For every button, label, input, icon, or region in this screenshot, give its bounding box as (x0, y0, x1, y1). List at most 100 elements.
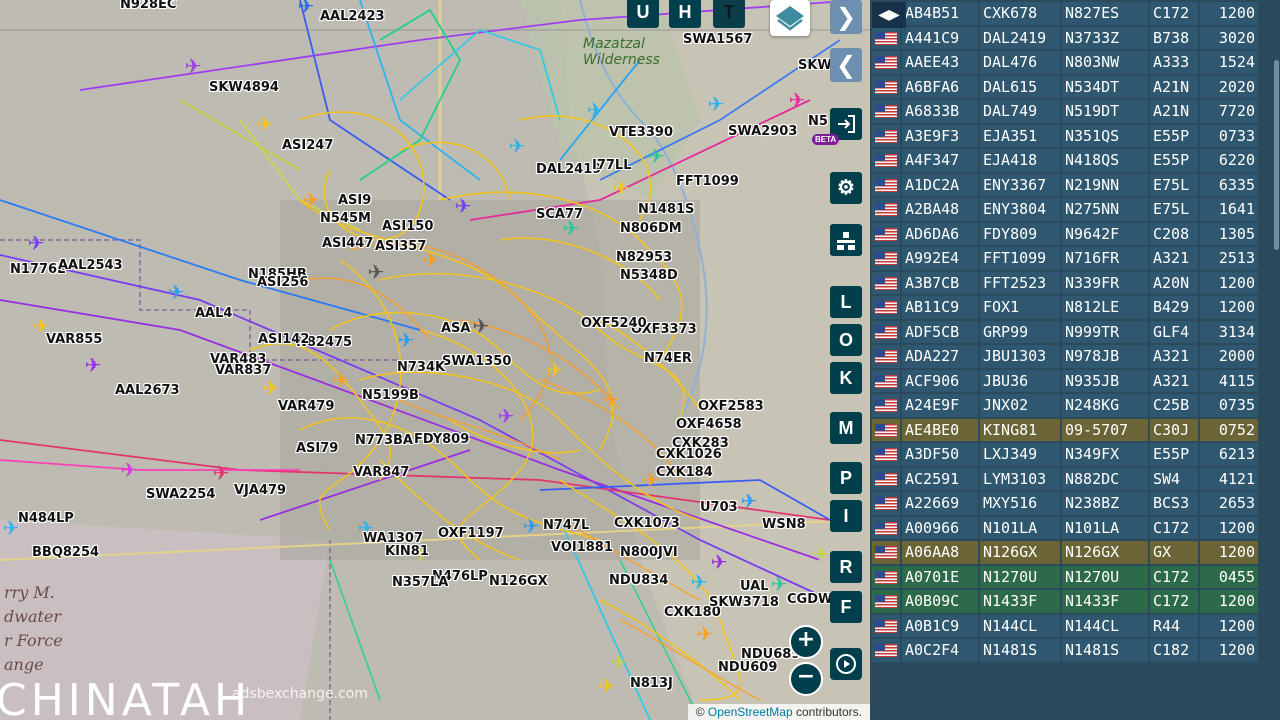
flight-label[interactable]: NDU609 (718, 661, 777, 675)
aircraft-icon[interactable]: ✈ (395, 330, 417, 352)
flight-label[interactable]: N545M (320, 212, 371, 226)
table-row[interactable]: A0B1C9 N144CL N144CL R44 1200 (872, 614, 1258, 637)
flight-label[interactable]: N5348D (620, 269, 678, 283)
flight-label[interactable]: N734K (397, 361, 445, 375)
flight-label[interactable]: N800JVI (620, 546, 678, 560)
flight-label[interactable]: CXK184 (656, 466, 713, 480)
table-row[interactable]: A992E4 FFT1099 N716FR A321 2513 (872, 247, 1258, 270)
table-row[interactable]: A3E9F3 EJA351 N351QS E55P 0733 (872, 124, 1258, 147)
aircraft-icon[interactable]: ✈ (82, 355, 104, 377)
aircraft-icon[interactable]: ✈ (596, 676, 618, 698)
flight-label[interactable]: OXF2583 (698, 400, 764, 414)
flight-label[interactable]: N813J (630, 677, 673, 691)
aircraft-icon[interactable]: ✈ (295, 0, 317, 18)
table-row[interactable]: A6BFA6 DAL615 N534DT A21N 2020 (872, 75, 1258, 98)
table-row[interactable]: A22669 MXY516 N238BZ BCS3 2653 (872, 492, 1258, 515)
aircraft-icon[interactable]: ✈ (506, 136, 528, 158)
flight-label[interactable]: BBQ8254 (32, 546, 99, 560)
flight-label[interactable]: SCA77 (536, 208, 583, 222)
table-row[interactable]: A3B7CB FFT2523 N339FR A20N 1200 (872, 271, 1258, 294)
aircraft-icon[interactable]: ✈ (694, 624, 716, 646)
table-row[interactable]: A3DF50 LXJ349 N349FX E55P 6213 (872, 443, 1258, 466)
aircraft-icon[interactable]: ✈ (738, 491, 760, 513)
flight-label[interactable]: U703 (700, 501, 738, 515)
aircraft-icon[interactable]: ✈ (608, 652, 630, 674)
aircraft-icon[interactable]: ✈ (452, 196, 474, 218)
table-row[interactable]: A0C2F4 N1481S N1481S C182 1200 (872, 639, 1258, 662)
table-row[interactable]: ADA227 JBU1303 N978JB A321 2000 (872, 345, 1258, 368)
stats-button[interactable] (830, 224, 862, 256)
flight-label[interactable]: ASI142 (258, 333, 309, 347)
expand-panel-button[interactable]: ❯ (830, 0, 862, 34)
aircraft-icon[interactable]: ✈ (25, 233, 47, 255)
aircraft-icon[interactable]: ✈ (786, 90, 808, 112)
aircraft-icon[interactable]: ✈ (210, 463, 232, 485)
flight-label[interactable]: UAL (740, 580, 769, 594)
flight-label[interactable]: SWA2254 (146, 488, 215, 502)
aircraft-icon[interactable]: ✈ (495, 406, 517, 428)
aircraft-icon[interactable]: ✈ (182, 56, 204, 78)
table-row[interactable]: A06AA8 N126GX N126GX GX 1200 (872, 541, 1258, 564)
toggle-button-o[interactable]: O (830, 324, 862, 356)
flight-label[interactable]: N5 (808, 115, 828, 129)
aircraft-icon[interactable]: ✈ (600, 390, 622, 412)
flight-label[interactable]: KIN81 (385, 545, 429, 559)
toggle-button-i[interactable]: I (830, 500, 862, 532)
flight-label[interactable]: N747L (543, 519, 589, 533)
table-row[interactable]: AE4BE0 KING81 09-5707 C30J 0752 (872, 418, 1258, 441)
aircraft-icon[interactable]: ✈ (470, 316, 492, 338)
flight-label[interactable]: N773BA (355, 434, 413, 448)
table-row[interactable]: A6833B DAL749 N519DT A21N 7720 (872, 100, 1258, 123)
aircraft-icon[interactable]: ✈ (708, 552, 730, 574)
panel-toggle-button[interactable]: ◀▶ (872, 2, 906, 28)
aircraft-icon[interactable]: ✈ (584, 100, 606, 122)
zoom-in-button[interactable]: + (789, 625, 823, 659)
aircraft-icon[interactable]: ✈ (520, 516, 542, 538)
layers-button[interactable] (770, 0, 810, 36)
table-row[interactable]: A0B09C N1433F N1433F C172 1200 (872, 590, 1258, 613)
scrollbar-thumb[interactable] (1274, 60, 1279, 250)
flight-label[interactable]: SWA1350 (442, 355, 511, 369)
flight-label[interactable]: SKW4894 (209, 81, 279, 95)
flight-label[interactable]: ASI150 (382, 220, 433, 234)
table-row[interactable]: A4F347 EJA418 N418QS E55P 6220 (872, 149, 1258, 172)
toggle-button-m[interactable]: M (830, 412, 862, 444)
flight-label[interactable]: OXF1197 (438, 527, 504, 541)
flight-label[interactable]: N357LA (392, 576, 448, 590)
table-scrollbar[interactable] (1272, 0, 1280, 720)
toggle-button-r[interactable]: R (830, 551, 862, 583)
flight-label[interactable]: CXK1026 (656, 448, 722, 462)
osm-link[interactable]: OpenStreetMap (708, 705, 793, 719)
flight-label[interactable]: N74ER (644, 352, 692, 366)
flight-label[interactable]: ASI357 (375, 240, 426, 254)
flight-label[interactable]: NDU834 (609, 574, 668, 588)
flight-label[interactable]: N126GX (489, 575, 548, 589)
toggle-button-t[interactable]: T (713, 0, 745, 28)
flight-label[interactable]: SKW (798, 59, 832, 73)
flight-label[interactable]: OXF4658 (676, 418, 742, 432)
flight-label[interactable]: ASI9 (338, 194, 371, 208)
flight-label[interactable]: VAR479 (278, 400, 334, 414)
toggle-button-p[interactable]: P (830, 462, 862, 494)
flight-label[interactable]: N928EC (120, 0, 176, 12)
flight-label[interactable]: N484LP (18, 512, 74, 526)
table-row[interactable]: AD6DA6 FDY809 N9642F C208 1305 (872, 222, 1258, 245)
table-row[interactable]: A00966 N101LA N101LA C172 1200 (872, 516, 1258, 539)
flight-label[interactable]: AAL4 (195, 307, 232, 321)
flight-label[interactable]: CGDW (787, 593, 832, 607)
flight-label[interactable]: SWA1567 (683, 33, 752, 47)
flight-label[interactable]: CXK1073 (614, 517, 680, 531)
toggle-button-k[interactable]: K (830, 362, 862, 394)
table-row[interactable]: AAEE43 DAL476 N803NW A333 1524 (872, 51, 1258, 74)
table-row[interactable]: A1DC2A ENY3367 N219NN E75L 6335 (872, 173, 1258, 196)
aircraft-icon[interactable]: ✈ (810, 544, 832, 566)
table-row[interactable]: A2BA48 ENY3804 N275NN E75L 1641 (872, 198, 1258, 221)
flight-label[interactable]: VTE3390 (609, 126, 673, 140)
flight-label[interactable]: ASI79 (296, 442, 338, 456)
flight-label[interactable]: AAL2543 (58, 259, 123, 273)
aircraft-icon[interactable]: ✈ (544, 360, 566, 382)
aircraft-icon[interactable]: ✈ (645, 146, 667, 168)
flight-map[interactable]: Mazatzal Wilderness rry M. dwater r Forc… (0, 0, 870, 720)
toggle-button-u[interactable]: U (627, 0, 659, 28)
table-row[interactable]: ADF5CB GRP99 N999TR GLF4 3134 (872, 320, 1258, 343)
